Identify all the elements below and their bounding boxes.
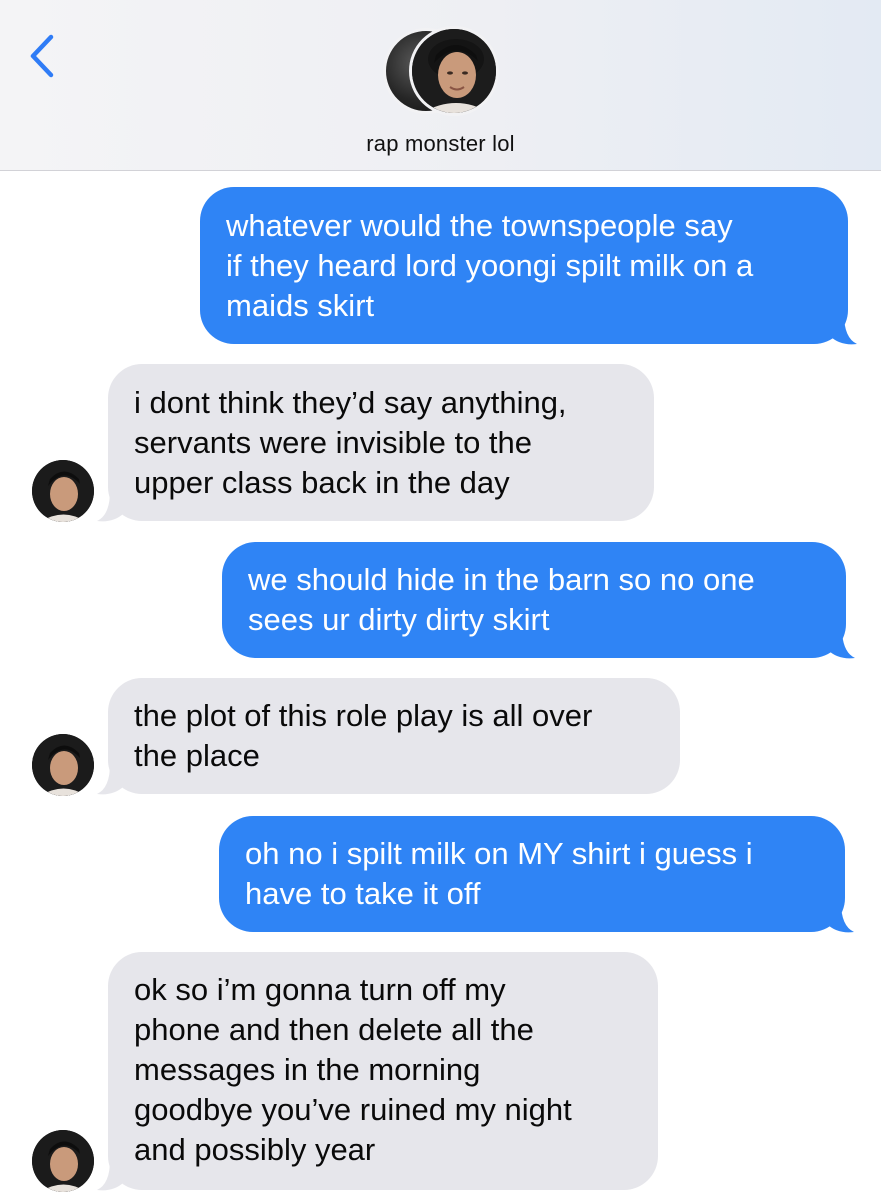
sender-avatar (32, 1130, 94, 1192)
message-line: whatever would the townspeople say (226, 208, 733, 243)
message-line: i dont think they’d say anything, (134, 385, 567, 420)
bubble-tail (97, 491, 124, 522)
incoming-message-bubble[interactable]: i dont think they’d say anything, servan… (108, 364, 654, 521)
incoming-message-bubble[interactable]: the plot of this role play is all over t… (108, 678, 680, 794)
contact-avatar-group[interactable] (383, 26, 499, 118)
bubble-tail (97, 1160, 124, 1191)
incoming-message-bubble[interactable]: ok so i’m gonna turn off my phone and th… (108, 952, 658, 1190)
bubble-tail (97, 764, 124, 795)
message-line: if they heard lord yoongi spilt milk on … (226, 248, 754, 283)
message-line: goodbye you’ve ruined my night (134, 1092, 572, 1127)
message-line: servants were invisible to the (134, 425, 533, 460)
message-line: have to take it off (245, 876, 481, 911)
message-line: upper class back in the day (134, 465, 510, 500)
bubble-tail (830, 314, 857, 345)
message-line: oh no i spilt milk on MY shirt i guess i (245, 836, 753, 871)
bubble-tail (827, 902, 854, 933)
outgoing-message-bubble[interactable]: we should hide in the barn so no one see… (222, 542, 846, 658)
message-line: phone and then delete all the (134, 1012, 534, 1047)
conversation-header: rap monster lol (0, 0, 881, 171)
outgoing-message-bubble[interactable]: whatever would the townspeople say if th… (200, 187, 848, 344)
message-line: messages in the morning (134, 1052, 481, 1087)
bubble-tail (828, 628, 855, 659)
outgoing-message-bubble[interactable]: oh no i spilt milk on MY shirt i guess i… (219, 816, 845, 932)
message-line: sees ur dirty dirty skirt (248, 602, 550, 637)
message-line: and possibly year (134, 1132, 376, 1167)
avatar (409, 26, 499, 116)
message-line: the place (134, 738, 260, 773)
sender-avatar (32, 460, 94, 522)
back-button[interactable] (20, 28, 64, 84)
message-line: ok so i’m gonna turn off my (134, 972, 506, 1007)
sender-avatar (32, 734, 94, 796)
message-line: maids skirt (226, 288, 375, 323)
message-line: the plot of this role play is all over (134, 698, 593, 733)
chevron-left-icon (30, 34, 54, 78)
contact-name[interactable]: rap monster lol (0, 131, 881, 157)
message-line: we should hide in the barn so no one (248, 562, 755, 597)
